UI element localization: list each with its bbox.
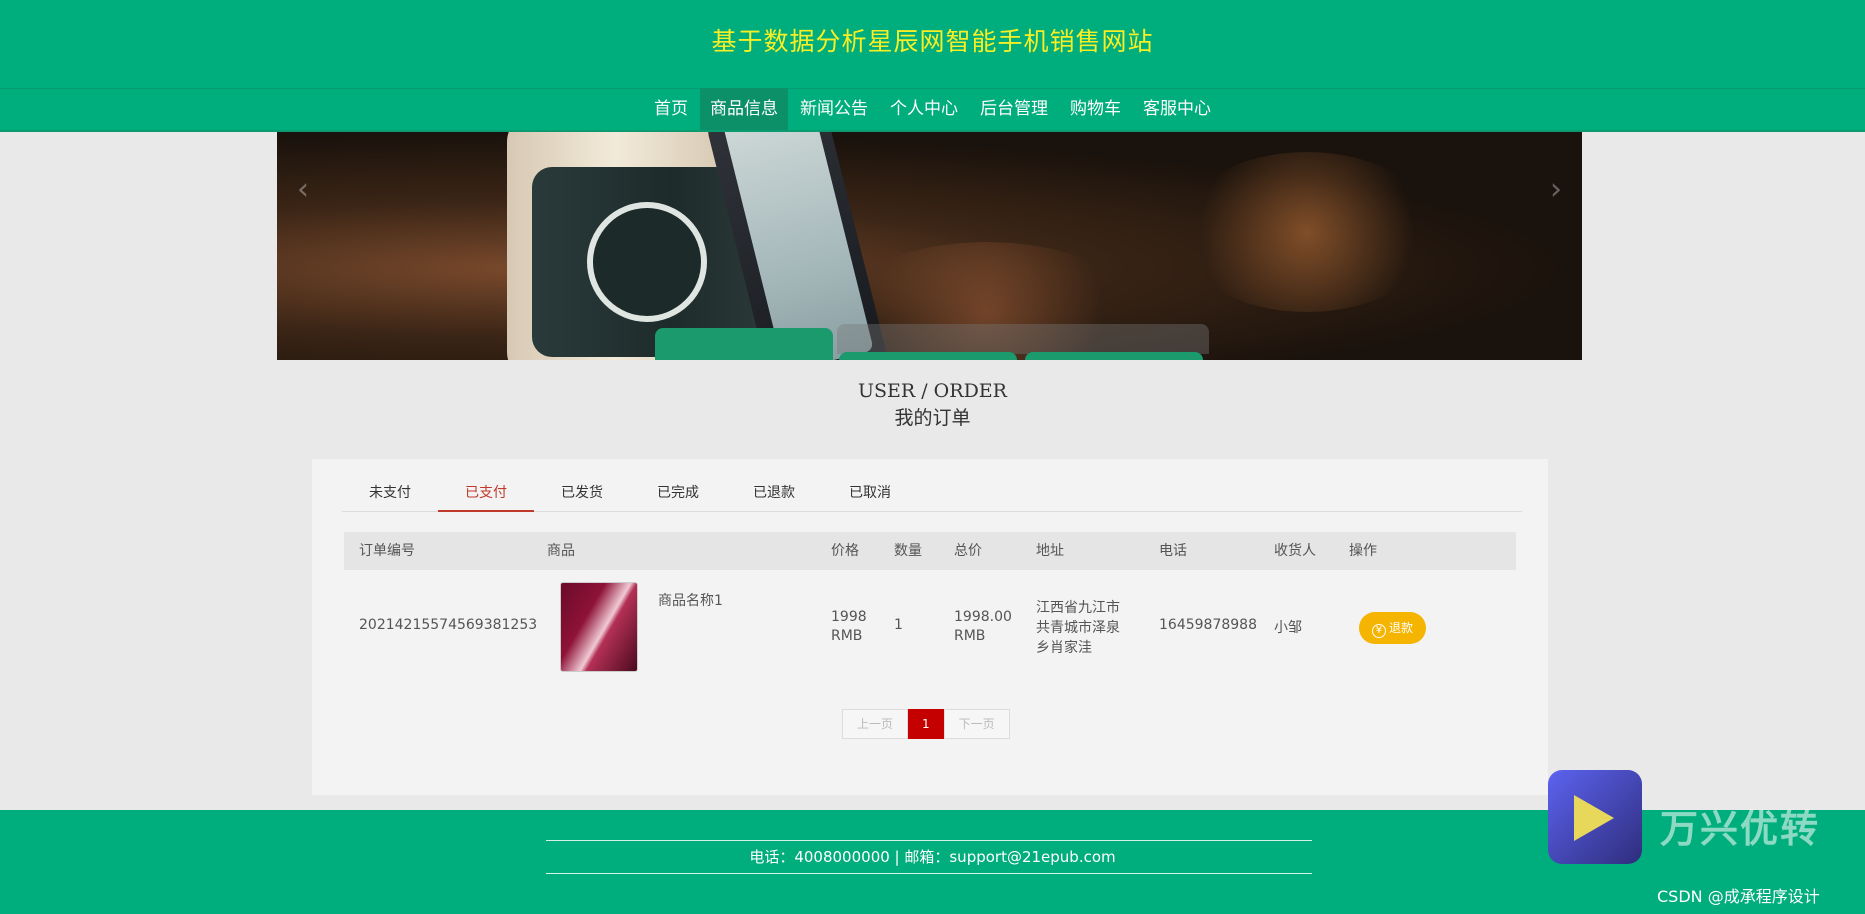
col-action: 操作 xyxy=(1349,543,1377,559)
banner-cup-logo xyxy=(587,202,707,322)
refund-button-label: 退款 xyxy=(1388,621,1413,635)
col-order-no: 订单编号 xyxy=(359,543,415,559)
delivery-address: 江西省九江市共青城市泽泉乡肖家洼 xyxy=(1036,600,1120,656)
footer-divider xyxy=(546,840,1312,841)
pagination: 上一页 1 下一页 xyxy=(842,709,1010,739)
banner-carousel[interactable]: ‹ › xyxy=(277,132,1582,360)
carousel-indicator-3[interactable] xyxy=(1025,352,1203,360)
site-title: 基于数据分析星辰网智能手机销售网站 xyxy=(711,27,1154,56)
carousel-indicator-bg xyxy=(837,324,1209,354)
watermark-brand: 万兴优转 xyxy=(1660,807,1821,851)
col-receiver: 收货人 xyxy=(1274,543,1316,559)
tab-paid[interactable]: 已支付 xyxy=(438,475,534,512)
receiver-name: 小邹 xyxy=(1274,620,1302,636)
nav-home[interactable]: 首页 xyxy=(644,88,698,130)
section-title-en: USER / ORDER xyxy=(858,380,1007,402)
table-row: 20214215574569381253 商品名称1 1998 RMB 1 19… xyxy=(344,570,1516,682)
col-total: 总价 xyxy=(954,543,982,559)
col-phone: 电话 xyxy=(1159,543,1187,559)
orders-panel: 未支付 已支付 已发货 已完成 已退款 已取消 订单编号 商品 价格 数量 总价… xyxy=(312,459,1548,795)
carousel-next-icon[interactable]: › xyxy=(1550,172,1562,207)
nav-cart[interactable]: 购物车 xyxy=(1060,88,1131,130)
tab-completed[interactable]: 已完成 xyxy=(630,475,726,511)
carousel-indicator-1[interactable] xyxy=(655,328,833,360)
receiver-phone: 16459878988 xyxy=(1159,617,1257,633)
item-price: 1998 RMB xyxy=(831,609,867,644)
nav-admin[interactable]: 后台管理 xyxy=(970,88,1058,130)
nav-personal-center[interactable]: 个人中心 xyxy=(880,88,968,130)
carousel-prev-icon[interactable]: ‹ xyxy=(297,172,309,207)
watermark-credit: CSDN @成承程序设计 xyxy=(1657,887,1820,906)
nav-service[interactable]: 客服中心 xyxy=(1133,88,1221,130)
product-thumbnail[interactable] xyxy=(560,582,638,672)
watermark-play-icon xyxy=(1574,795,1614,841)
tab-shipped[interactable]: 已发货 xyxy=(534,475,630,511)
nav-news[interactable]: 新闻公告 xyxy=(790,88,878,130)
main-nav: 首页 商品信息 新闻公告 个人中心 后台管理 购物车 客服中心 xyxy=(0,88,1865,130)
tab-unpaid[interactable]: 未支付 xyxy=(342,475,438,511)
product-name[interactable]: 商品名称1 xyxy=(658,590,723,610)
order-status-tabs: 未支付 已支付 已发货 已完成 已退款 已取消 xyxy=(342,475,1522,512)
col-product: 商品 xyxy=(547,543,575,559)
tab-cancelled[interactable]: 已取消 xyxy=(822,475,918,511)
item-quantity: 1 xyxy=(894,617,903,633)
order-total: 1998.00 RMB xyxy=(954,609,1012,644)
banner-bokeh xyxy=(1177,152,1437,312)
yen-icon: ¥ xyxy=(1371,624,1386,638)
page-1-button[interactable]: 1 xyxy=(908,709,944,739)
section-title-cn: 我的订单 xyxy=(894,407,971,429)
nav-products[interactable]: 商品信息 xyxy=(700,88,788,130)
orders-table-header: 订单编号 商品 价格 数量 总价 地址 电话 收货人 操作 xyxy=(344,532,1516,570)
footer-divider xyxy=(546,873,1312,874)
next-page-button[interactable]: 下一页 xyxy=(943,709,1010,739)
prev-page-button[interactable]: 上一页 xyxy=(842,709,909,739)
col-quantity: 数量 xyxy=(894,543,922,559)
tab-refunded[interactable]: 已退款 xyxy=(726,475,822,511)
carousel-indicator-2[interactable] xyxy=(839,352,1017,360)
order-number: 20214215574569381253 xyxy=(359,617,538,633)
refund-button[interactable]: ¥ 退款 xyxy=(1359,612,1426,644)
col-address: 地址 xyxy=(1036,543,1064,559)
site-header: 基于数据分析星辰网智能手机销售网站 首页 商品信息 新闻公告 个人中心 后台管理… xyxy=(0,0,1865,132)
col-price: 价格 xyxy=(831,543,859,559)
